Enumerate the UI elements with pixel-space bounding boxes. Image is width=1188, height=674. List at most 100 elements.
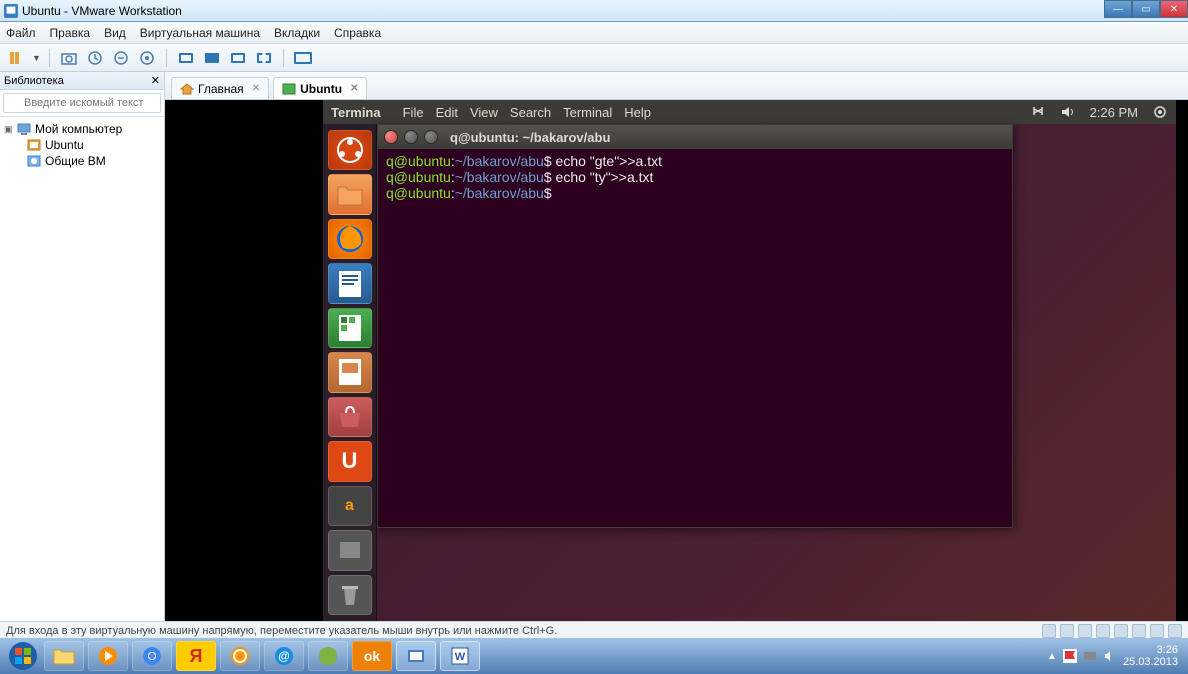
- library-tree: ▣ Мой компьютер Ubuntu Общие ВМ: [0, 117, 164, 621]
- menu-vm[interactable]: Виртуальная машина: [140, 26, 260, 40]
- menu-view[interactable]: Вид: [104, 26, 126, 40]
- collapse-icon[interactable]: ▣: [4, 124, 16, 135]
- tab-ubuntu[interactable]: Ubuntu ✕: [273, 77, 367, 99]
- status-icon[interactable]: [1060, 624, 1074, 638]
- terminal-maximize-button[interactable]: [424, 130, 438, 144]
- window-title: Ubuntu - VMware Workstation: [22, 4, 1184, 18]
- view-multi-button[interactable]: [201, 47, 223, 69]
- menu-edit[interactable]: Правка: [50, 26, 91, 40]
- terminal-title: q@ubuntu: ~/bakarov/abu: [450, 130, 610, 145]
- status-icon[interactable]: [1150, 624, 1164, 638]
- tray-flag-icon[interactable]: [1063, 649, 1077, 663]
- status-icon[interactable]: [1078, 624, 1092, 638]
- tree-root-label: Мой компьютер: [35, 122, 122, 136]
- library-title: Библиотека: [4, 75, 64, 87]
- calc-icon[interactable]: [328, 308, 372, 348]
- tree-root-my-computer[interactable]: ▣ Мой компьютер: [4, 121, 160, 137]
- taskbar-time[interactable]: 3:26: [1123, 644, 1178, 656]
- terminal-menu-edit[interactable]: Edit: [436, 105, 458, 120]
- close-button[interactable]: ✕: [1160, 0, 1188, 18]
- taskbar-app-icon[interactable]: [220, 641, 260, 671]
- status-icon[interactable]: [1114, 624, 1128, 638]
- toolbar: ▼: [0, 44, 1188, 72]
- terminal-titlebar[interactable]: q@ubuntu: ~/bakarov/abu: [378, 125, 1012, 149]
- terminal-minimize-button[interactable]: [404, 130, 418, 144]
- volume-icon[interactable]: [1060, 105, 1076, 119]
- dash-icon[interactable]: [328, 130, 372, 170]
- tree-item-label: Общие ВМ: [45, 154, 106, 168]
- terminal-menu-search[interactable]: Search: [510, 105, 551, 120]
- terminal-menu-help[interactable]: Help: [624, 105, 651, 120]
- taskbar-date[interactable]: 25.03.2013: [1123, 656, 1178, 668]
- terminal-menu-file[interactable]: File: [403, 105, 424, 120]
- network-icon[interactable]: [1030, 105, 1046, 119]
- snapshot-button[interactable]: [58, 47, 80, 69]
- start-button[interactable]: [4, 640, 42, 672]
- taskbar-mail-icon[interactable]: @: [264, 641, 304, 671]
- tab-home[interactable]: Главная ✕: [171, 77, 269, 99]
- menubar: Файл Правка Вид Виртуальная машина Вклад…: [0, 22, 1188, 44]
- terminal-menu-terminal[interactable]: Terminal: [563, 105, 612, 120]
- taskbar-ok-icon[interactable]: ok: [352, 641, 392, 671]
- library-search-input[interactable]: [3, 93, 161, 113]
- tab-close-icon[interactable]: ✕: [252, 83, 260, 94]
- view-single-button[interactable]: [175, 47, 197, 69]
- tab-ubuntu-label: Ubuntu: [300, 82, 342, 96]
- manage-snapshot-button[interactable]: [110, 47, 132, 69]
- taskbar-wmp-icon[interactable]: [88, 641, 128, 671]
- power-button[interactable]: [6, 47, 28, 69]
- vm-display[interactable]: Termina File Edit View Search Terminal H…: [165, 100, 1188, 621]
- fullscreen-button[interactable]: [292, 47, 314, 69]
- taskbar-app-icon[interactable]: [308, 641, 348, 671]
- svg-text:W: W: [455, 651, 466, 663]
- minimize-button[interactable]: —: [1104, 0, 1132, 18]
- terminal-menu-view[interactable]: View: [470, 105, 498, 120]
- launcher-trash-icon[interactable]: [328, 575, 372, 615]
- tools-button[interactable]: [136, 47, 158, 69]
- taskbar-chrome-icon[interactable]: [132, 641, 172, 671]
- clock-label[interactable]: 2:26 PM: [1090, 105, 1138, 120]
- dropdown-icon[interactable]: ▼: [32, 53, 41, 63]
- status-icon[interactable]: [1042, 624, 1056, 638]
- ubuntu-one-icon[interactable]: U: [328, 441, 372, 481]
- menu-tabs[interactable]: Вкладки: [274, 26, 320, 40]
- impress-icon[interactable]: [328, 352, 372, 392]
- software-center-icon[interactable]: [328, 397, 372, 437]
- tab-close-icon[interactable]: ✕: [350, 83, 358, 94]
- taskbar-vmware-icon[interactable]: [396, 641, 436, 671]
- app-name[interactable]: Termina: [331, 105, 381, 120]
- terminal-body[interactable]: q@ubuntu:~/bakarov/abu$ echo "gte">>a.tx…: [378, 149, 1012, 205]
- library-close-icon[interactable]: ✕: [151, 74, 160, 87]
- library-panel: Библиотека ✕ 🔍 ▣ Мой компьютер Ubuntu: [0, 72, 165, 621]
- gear-icon[interactable]: [1152, 104, 1168, 120]
- terminal-window[interactable]: q@ubuntu: ~/bakarov/abu q@ubuntu:~/bakar…: [377, 124, 1013, 528]
- menu-help[interactable]: Справка: [334, 26, 381, 40]
- revert-button[interactable]: [84, 47, 106, 69]
- system-tray: ▲ 3:26 25.03.2013: [1047, 644, 1184, 668]
- tray-icon[interactable]: [1083, 649, 1097, 663]
- vm-tabs: Главная ✕ Ubuntu ✕: [165, 72, 1188, 100]
- status-icon[interactable]: [1168, 624, 1182, 638]
- view-console-button[interactable]: [227, 47, 249, 69]
- tree-item-ubuntu[interactable]: Ubuntu: [26, 137, 160, 153]
- maximize-button[interactable]: ▭: [1132, 0, 1160, 18]
- view-unity-button[interactable]: [253, 47, 275, 69]
- computer-icon: [16, 122, 32, 136]
- vm-area: Главная ✕ Ubuntu ✕ Termina File Edit: [165, 72, 1188, 621]
- firefox-icon[interactable]: [328, 219, 372, 259]
- menu-file[interactable]: Файл: [6, 26, 36, 40]
- taskbar-yandex-icon[interactable]: Я: [176, 641, 216, 671]
- status-icon[interactable]: [1132, 624, 1146, 638]
- tray-arrow-icon[interactable]: ▲: [1047, 651, 1057, 662]
- terminal-close-button[interactable]: [384, 130, 398, 144]
- tree-item-shared-vm[interactable]: Общие ВМ: [26, 153, 160, 169]
- status-icon[interactable]: [1096, 624, 1110, 638]
- vm-icon: [26, 138, 42, 152]
- files-icon[interactable]: [328, 174, 372, 214]
- taskbar-explorer-icon[interactable]: [44, 641, 84, 671]
- taskbar-word-icon[interactable]: W: [440, 641, 480, 671]
- amazon-icon[interactable]: a: [328, 486, 372, 526]
- tray-volume-icon[interactable]: [1103, 649, 1117, 663]
- launcher-misc-icon[interactable]: [328, 530, 372, 570]
- writer-icon[interactable]: [328, 263, 372, 303]
